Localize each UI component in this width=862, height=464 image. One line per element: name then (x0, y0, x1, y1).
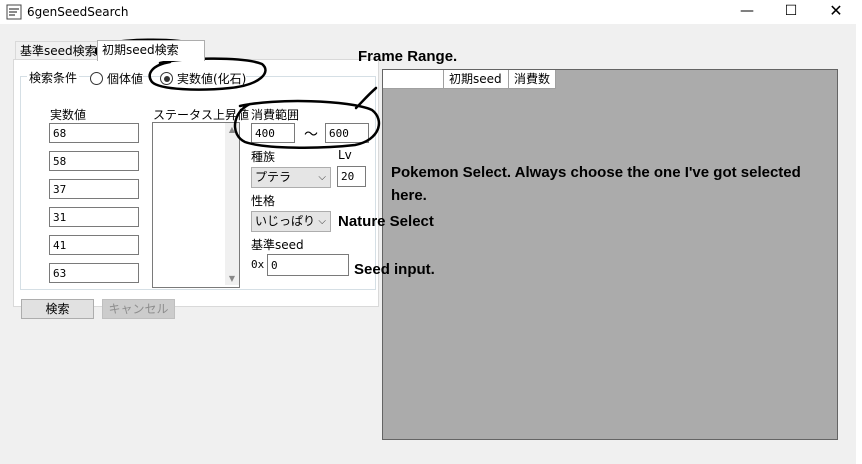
frame-min-input[interactable] (251, 123, 295, 143)
tab-initial-seed-search[interactable]: 初期seed検索 (97, 40, 205, 61)
frame-max-input[interactable] (325, 123, 369, 143)
window-edge (856, 24, 862, 464)
stats-label: 実数値 (50, 108, 87, 122)
cancel-button[interactable]: キャンセル (102, 299, 175, 319)
chevron-down-icon: ⌵ (318, 172, 326, 183)
stat-input-spd[interactable] (49, 235, 139, 255)
seed-prefix: 0x (251, 258, 265, 271)
frame-range-label: 消費範囲 (251, 108, 300, 122)
seed-label: 基準seed (251, 238, 304, 252)
annotation-seed-input: Seed input. (354, 261, 435, 278)
frame-range-separator: ～ (304, 127, 318, 143)
close-button[interactable]: ✕ (813, 0, 859, 24)
app-icon (6, 4, 22, 20)
nature-select[interactable]: いじっぱり ⌵ (251, 211, 331, 232)
maximize-button[interactable]: ☐ (768, 0, 814, 24)
radio-iv[interactable]: 個体値 (90, 70, 144, 87)
seed-input[interactable] (267, 254, 349, 276)
chevron-down-icon: ⌵ (318, 216, 326, 227)
radio-iv-label: 個体値 (107, 72, 144, 86)
stat-up-label: ステータス上昇値 (153, 108, 250, 122)
annotation-pokemon-select: Pokemon Select. Always choose the one I'… (391, 164, 801, 181)
annotation-nature-select: Nature Select (338, 213, 434, 230)
window-title: 6genSeedSearch (27, 5, 129, 19)
stat-input-def[interactable] (49, 179, 139, 199)
species-label: 種族 (251, 150, 276, 164)
radio-actual-stats[interactable]: 実数値(化石) (160, 70, 247, 87)
stat-up-listbox[interactable]: ▲ ▼ (152, 122, 240, 288)
scroll-up-icon[interactable]: ▲ (225, 125, 239, 134)
search-conditions-label: 検索条件 (27, 69, 80, 86)
species-value: プテラ (255, 170, 292, 184)
results-grid[interactable] (382, 69, 838, 440)
title-bar: 6genSeedSearch — ☐ ✕ (0, 0, 862, 24)
stat-input-spe[interactable] (49, 263, 139, 283)
level-input[interactable] (337, 166, 366, 187)
annotation-frame-range: Frame Range. (358, 48, 458, 65)
level-label: Lv (338, 148, 352, 162)
radio-actual-stats-label: 実数値(化石) (177, 72, 247, 86)
column-header-initial-seed[interactable]: 初期seed (444, 70, 509, 89)
search-button[interactable]: 検索 (21, 299, 94, 319)
stat-input-atk[interactable] (49, 151, 139, 171)
row-header-corner (383, 70, 444, 89)
nature-value: いじっぱり (255, 214, 316, 228)
species-select[interactable]: プテラ ⌵ (251, 167, 331, 188)
nature-label: 性格 (251, 194, 276, 208)
radio-iv-indicator[interactable] (90, 72, 103, 85)
tab-base-seed-search[interactable]: 基準seed検索 (15, 41, 103, 60)
radio-actual-stats-indicator[interactable] (160, 72, 173, 85)
annotation-pokemon-select-line2: here. (391, 187, 427, 204)
column-header-frames[interactable]: 消費数 (509, 70, 556, 89)
stat-input-spa[interactable] (49, 207, 139, 227)
listbox-scrollbar[interactable]: ▲ ▼ (225, 123, 239, 285)
stat-input-hp[interactable] (49, 123, 139, 143)
minimize-button[interactable]: — (724, 0, 770, 24)
scroll-down-icon[interactable]: ▼ (225, 274, 239, 283)
